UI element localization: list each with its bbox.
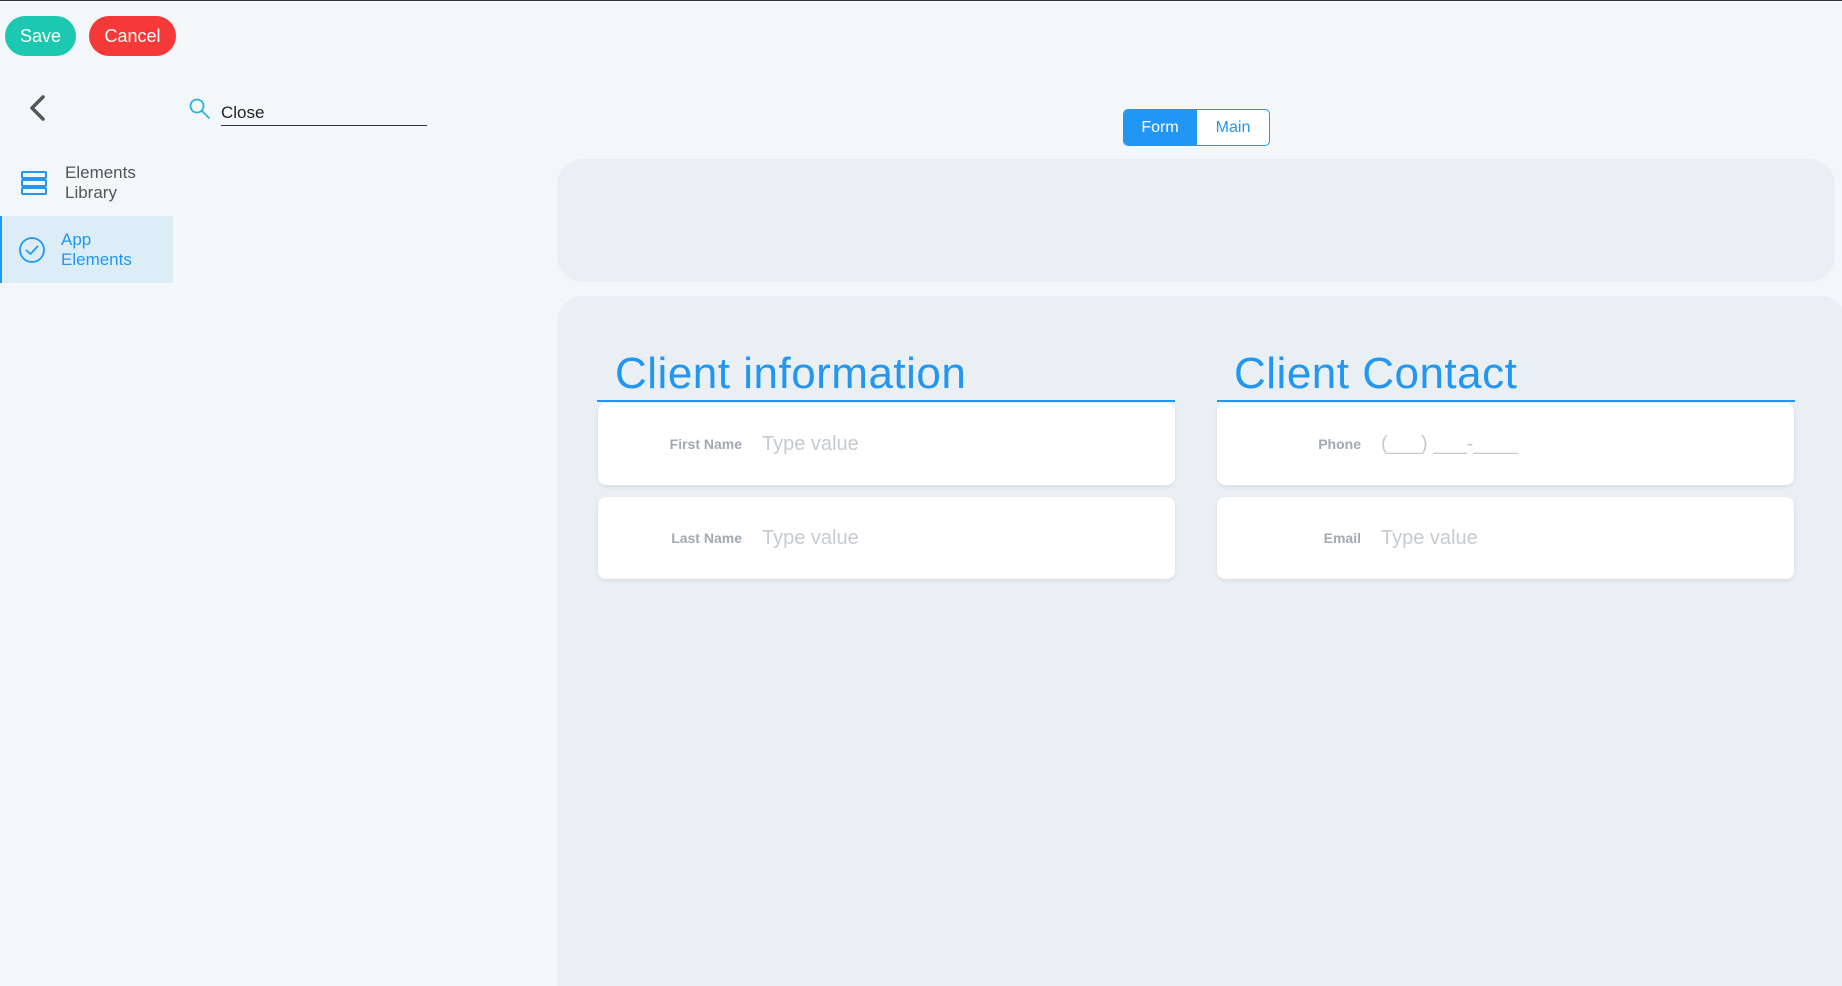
first-name-field[interactable]: First Name Type value [598,403,1175,485]
header-panel [557,159,1835,282]
email-field[interactable]: Email Type value [1217,497,1794,579]
tab-main[interactable]: Main [1196,110,1269,145]
save-button[interactable]: Save [5,16,76,56]
last-name-input[interactable]: Type value [762,497,859,579]
tab-form[interactable]: Form [1124,110,1196,145]
field-label: First Name [669,436,742,452]
search-icon [188,97,212,126]
stack-icon [19,168,49,198]
last-name-field[interactable]: Last Name Type value [598,497,1175,579]
phone-input[interactable]: (___) ___-____ [1381,403,1518,485]
email-input[interactable]: Type value [1381,497,1478,579]
chevron-left-icon [27,94,47,127]
cancel-button[interactable]: Cancel [89,16,176,56]
section-title-client-contact: Client Contact [1234,349,1518,398]
sidebar-item-label: App Elements [61,229,132,269]
field-label: Last Name [671,530,742,546]
section-divider [1217,400,1795,402]
phone-field[interactable]: Phone (___) ___-____ [1217,403,1794,485]
view-toggle: Form Main [1123,109,1270,146]
first-name-input[interactable]: Type value [762,403,859,485]
search-input[interactable] [221,101,427,126]
field-label: Email [1323,530,1361,546]
sidebar-item-elements-library[interactable]: Elements Library [0,149,173,216]
field-label: Phone [1318,436,1361,452]
back-button[interactable] [22,94,52,127]
section-divider [597,400,1175,402]
search-box [186,95,428,131]
sidebar-item-label: Elements Library [65,162,136,202]
section-title-client-information: Client information [615,349,967,398]
check-circle-icon [17,235,47,265]
sidebar-item-app-elements[interactable]: App Elements [0,216,173,283]
